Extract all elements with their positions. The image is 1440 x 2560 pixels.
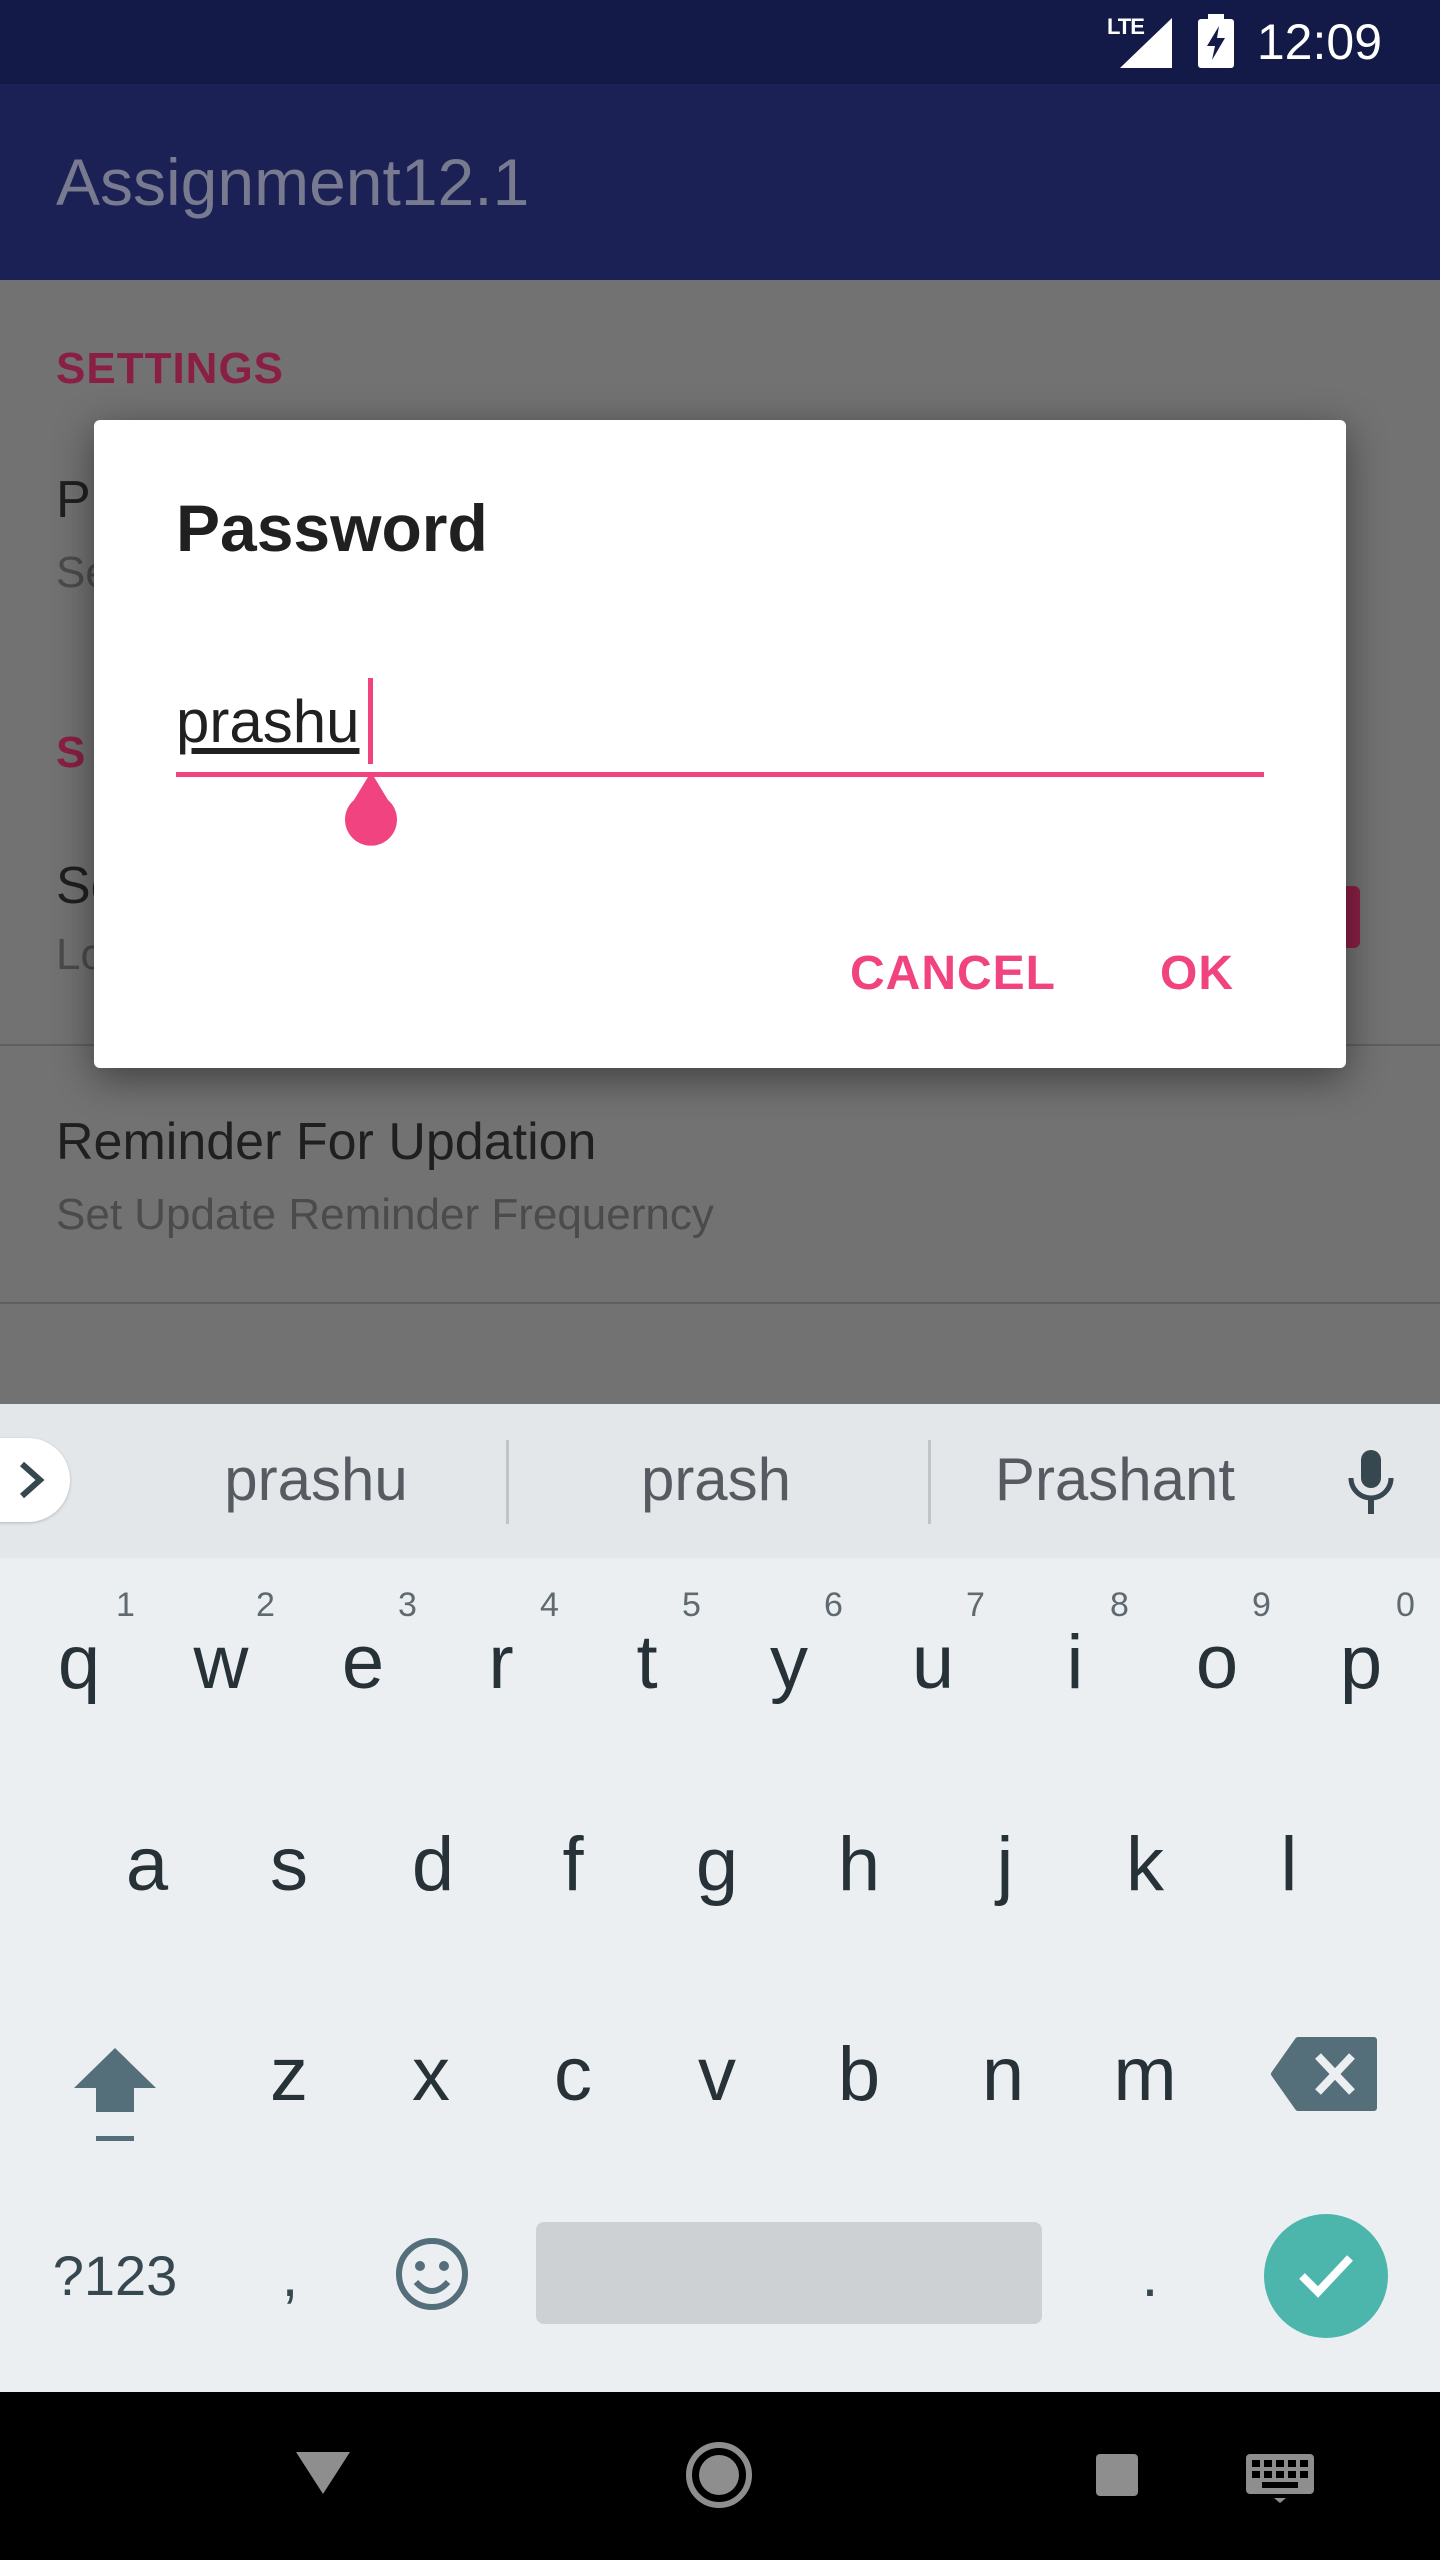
period-key[interactable]: . <box>1110 2226 1190 2326</box>
key-hint: 6 <box>824 1586 843 1624</box>
microphone-icon[interactable] <box>1345 1448 1397 1516</box>
key-hint: 8 <box>1110 1586 1129 1624</box>
key-l[interactable]: l <box>1218 1780 1360 1950</box>
reminder-preference-title[interactable]: Reminder For Updation <box>56 1112 596 1172</box>
status-time: 12:09 <box>1256 14 1382 70</box>
key-j[interactable]: j <box>934 1780 1076 1950</box>
key-hint: 5 <box>682 1586 701 1624</box>
key-n[interactable]: n <box>932 1990 1074 2160</box>
key-h[interactable]: h <box>788 1780 930 1950</box>
dialog-title: Password <box>176 491 488 565</box>
check-icon <box>1299 2255 1353 2298</box>
backspace-icon[interactable] <box>1270 2034 1382 2114</box>
settings-category-header: SETTINGS <box>56 344 285 393</box>
key-z[interactable]: z <box>218 1990 360 2160</box>
recents-icon[interactable] <box>1096 2454 1138 2496</box>
key-d[interactable]: d <box>362 1780 504 1950</box>
key-c[interactable]: c <box>502 1990 644 2160</box>
symbols-key[interactable]: ?123 <box>30 2226 200 2326</box>
suggestion-item[interactable]: Prashant <box>940 1440 1290 1520</box>
reminder-preference-summary: Set Update Reminder Frequerncy <box>56 1190 714 1239</box>
key-s[interactable]: s <box>218 1780 360 1950</box>
suggestion-item[interactable]: prash <box>536 1440 896 1520</box>
key-hint: 0 <box>1396 1586 1415 1624</box>
key-k[interactable]: k <box>1074 1780 1216 1950</box>
back-icon[interactable] <box>294 2448 352 2498</box>
key-g[interactable]: g <box>646 1780 788 1950</box>
ok-button[interactable]: OK <box>1160 940 1234 1006</box>
cancel-button[interactable]: CANCEL <box>850 940 1056 1006</box>
divider <box>0 1302 1440 1304</box>
key-hint: 3 <box>398 1586 417 1624</box>
key-hint: 4 <box>540 1586 559 1624</box>
key-m[interactable]: m <box>1074 1990 1216 2160</box>
space-bar[interactable] <box>536 2222 1042 2324</box>
key-b[interactable]: b <box>788 1990 930 2160</box>
suggestion-divider <box>506 1440 509 1524</box>
suggestion-item[interactable]: prashu <box>136 1440 496 1520</box>
text-cursor <box>368 678 373 764</box>
key-hint: 2 <box>256 1586 275 1624</box>
key-hint: 9 <box>1252 1586 1271 1624</box>
suggestion-divider <box>928 1440 931 1524</box>
signal-icon <box>1120 18 1172 68</box>
battery-charging-icon <box>1198 14 1234 68</box>
emoji-icon[interactable] <box>392 2234 472 2314</box>
key-v[interactable]: v <box>646 1990 788 2160</box>
preference-title-peek[interactable]: P <box>56 470 91 530</box>
chevron-right-icon <box>20 1461 45 1499</box>
key-hint: 7 <box>966 1586 985 1624</box>
password-input[interactable] <box>176 680 1264 762</box>
settings-category-peek: S <box>56 728 87 777</box>
keyboard-switch-icon[interactable] <box>1244 2452 1316 2504</box>
cursor-handle-icon[interactable] <box>336 770 406 850</box>
key-hint: 1 <box>116 1586 135 1624</box>
enter-key[interactable] <box>1264 2214 1388 2338</box>
home-icon[interactable] <box>684 2440 754 2510</box>
key-x[interactable]: x <box>360 1990 502 2160</box>
key-f[interactable]: f <box>502 1780 644 1950</box>
shift-key-icon[interactable] <box>60 2030 170 2150</box>
key-a[interactable]: a <box>76 1780 218 1950</box>
app-title: Assignment12.1 <box>56 145 530 219</box>
comma-key[interactable]: , <box>240 2226 340 2326</box>
